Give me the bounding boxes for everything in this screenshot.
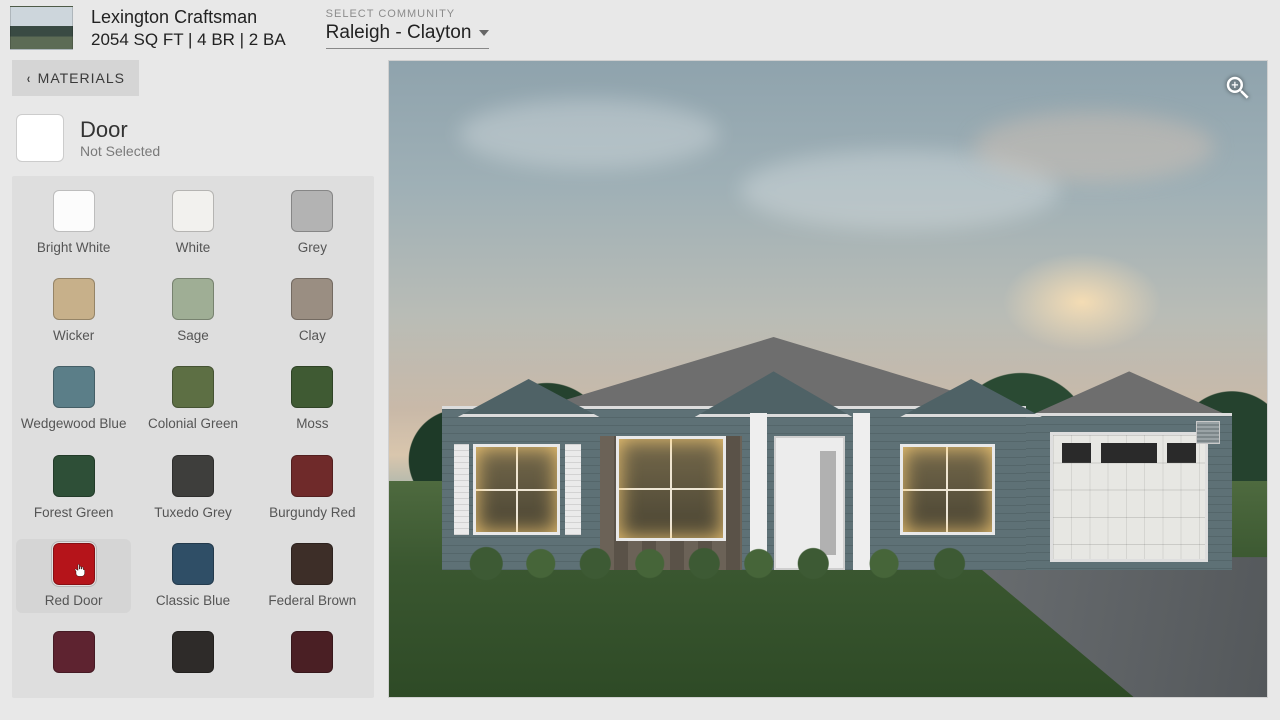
plan-thumbnail[interactable] (10, 6, 73, 50)
swatch-clay[interactable]: Clay (255, 278, 370, 344)
swatch-label: Forest Green (34, 505, 114, 521)
swatch-chip (291, 543, 333, 585)
swatch-label: Wedgewood Blue (21, 416, 127, 432)
header: Lexington Craftsman 2054 SQ FT | 4 BR | … (0, 0, 1280, 60)
community-label: SELECT COMMUNITY (326, 8, 490, 20)
swatch-label: Grey (298, 240, 327, 256)
category-title: Door (80, 117, 160, 143)
swatch-chip (172, 366, 214, 408)
swatch-classic-blue[interactable]: Classic Blue (135, 543, 250, 609)
community-value: Raleigh - Clayton (326, 22, 472, 44)
swatch-chip (172, 455, 214, 497)
swatch-label: Clay (299, 328, 326, 344)
swatch-sage[interactable]: Sage (135, 278, 250, 344)
cloud (459, 99, 719, 169)
chevron-down-icon (479, 28, 489, 38)
swatch-label: Tuxedo Grey (154, 505, 232, 521)
swatch-chip (291, 631, 333, 673)
swatch-label: Moss (296, 416, 328, 432)
current-swatch (16, 114, 64, 162)
swatch-bright-white[interactable]: Bright White (16, 190, 131, 256)
current-selection: Door Not Selected (12, 114, 374, 162)
swatch-colonial-green[interactable]: Colonial Green (135, 366, 250, 432)
materials-back-label: MATERIALS (38, 70, 125, 86)
zoom-button[interactable] (1223, 73, 1253, 103)
plan-info: Lexington Craftsman 2054 SQ FT | 4 BR | … (91, 7, 286, 50)
window (900, 444, 995, 536)
swatch-federal-brown[interactable]: Federal Brown (255, 543, 370, 609)
swatch-burgundy-red[interactable]: Burgundy Red (255, 455, 370, 521)
cursor-icon (72, 563, 88, 579)
swatch-panel: Bright White White Grey Wicker Sage Clay Wedge… (12, 176, 374, 698)
shutter (565, 444, 581, 536)
swatch-partial[interactable] (16, 631, 131, 681)
swatch-chip (172, 543, 214, 585)
swatch-label: Colonial Green (148, 416, 238, 432)
chevron-left-icon: ‹ (27, 70, 31, 86)
window (616, 436, 727, 541)
swatch-chip (172, 631, 214, 673)
swatch-chip (53, 455, 95, 497)
swatch-label: Bright White (37, 240, 111, 256)
render-viewport[interactable] (388, 60, 1268, 698)
swatch-partial[interactable] (255, 631, 370, 681)
swatch-label: White (176, 240, 211, 256)
swatch-red-door[interactable]: Red Door (16, 539, 131, 613)
swatch-label: Federal Brown (268, 593, 356, 609)
swatch-white[interactable]: White (135, 190, 250, 256)
swatch-chip (53, 631, 95, 673)
swatch-chip (53, 366, 95, 408)
swatch-wicker[interactable]: Wicker (16, 278, 131, 344)
community-picker: SELECT COMMUNITY Raleigh - Clayton (326, 8, 490, 49)
swatch-label: Classic Blue (156, 593, 230, 609)
swatch-chip (172, 278, 214, 320)
swatch-tuxedo-grey[interactable]: Tuxedo Grey (135, 455, 250, 521)
landscaping (459, 544, 1003, 582)
swatch-chip (291, 278, 333, 320)
roof-garage (1026, 371, 1231, 417)
garage-door (1050, 432, 1208, 562)
zoom-in-icon (1223, 73, 1253, 103)
swatch-partial[interactable] (135, 631, 250, 681)
swatch-grey[interactable]: Grey (255, 190, 370, 256)
cloud (974, 112, 1214, 182)
swatch-label: Wicker (53, 328, 94, 344)
swatch-wedgewood-blue[interactable]: Wedgewood Blue (16, 366, 131, 432)
swatch-forest-green[interactable]: Forest Green (16, 455, 131, 521)
swatch-moss[interactable]: Moss (255, 366, 370, 432)
plan-name: Lexington Craftsman (91, 7, 286, 28)
materials-sidebar: ‹ MATERIALS Door Not Selected Bright Whi… (12, 60, 374, 698)
shutter (454, 444, 470, 536)
swatch-chip (53, 278, 95, 320)
swatch-chip (291, 190, 333, 232)
house (442, 379, 1232, 570)
swatch-chip (53, 190, 95, 232)
swatch-grid: Bright White White Grey Wicker Sage Clay Wedge… (16, 190, 370, 681)
swatch-chip (291, 455, 333, 497)
swatch-label: Burgundy Red (269, 505, 355, 521)
swatch-chip (291, 366, 333, 408)
swatch-label: Sage (177, 328, 209, 344)
materials-back-button[interactable]: ‹ MATERIALS (12, 60, 139, 96)
swatch-chip (172, 190, 214, 232)
swatch-label: Red Door (45, 593, 103, 609)
plan-specs: 2054 SQ FT | 4 BR | 2 BA (91, 30, 286, 50)
window (473, 444, 560, 536)
gable-vent (1196, 421, 1220, 444)
category-subtitle: Not Selected (80, 143, 160, 159)
community-select[interactable]: Raleigh - Clayton (326, 20, 490, 49)
